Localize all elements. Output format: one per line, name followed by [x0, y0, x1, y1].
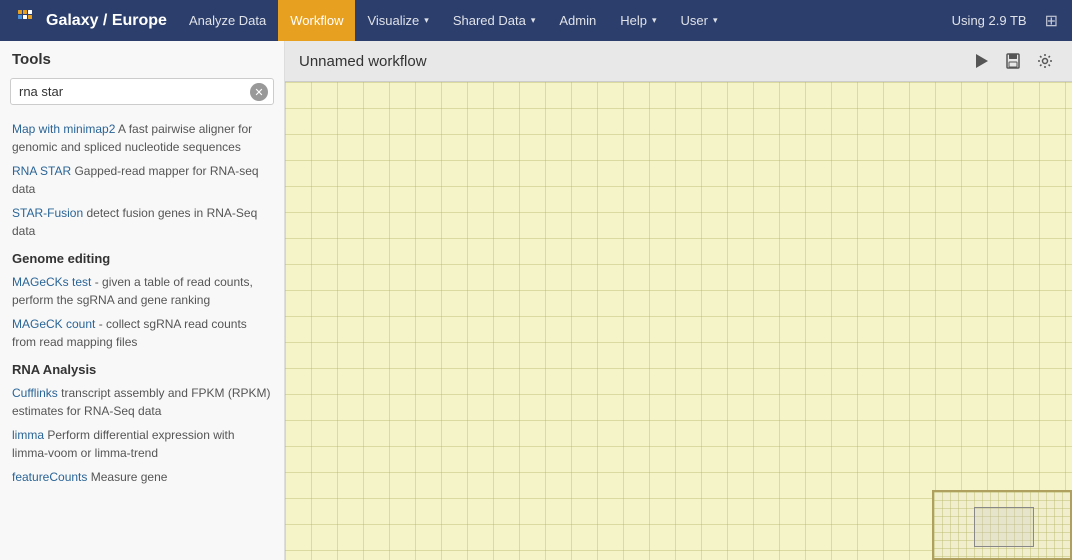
workflow-actions — [968, 50, 1058, 72]
brand-text: Galaxy / Europe — [46, 12, 167, 30]
list-item: featureCounts Measure gene — [0, 465, 284, 489]
list-item: RNA STAR Gapped-read mapper for RNA-seq … — [0, 159, 284, 201]
gear-icon — [1037, 53, 1053, 69]
tool-link-magecks-test[interactable]: MAGeCKs test — [12, 275, 91, 289]
usage-text: Using 2.9 TB — [944, 13, 1035, 28]
tool-link-cufflinks[interactable]: Cufflinks — [12, 386, 58, 400]
list-item: Map with minimap2 A fast pairwise aligne… — [0, 117, 284, 159]
save-workflow-button[interactable] — [1000, 50, 1026, 72]
section-rna-analysis: RNA Analysis — [0, 354, 284, 381]
search-input[interactable] — [10, 78, 274, 105]
help-caret: ▾ — [652, 15, 657, 26]
tools-list: Map with minimap2 A fast pairwise aligne… — [0, 113, 284, 560]
tool-link-rna-star[interactable]: RNA STAR — [12, 164, 71, 178]
list-item: limma Perform differential expression wi… — [0, 423, 284, 465]
play-icon — [973, 53, 989, 69]
list-item: Cufflinks transcript assembly and FPKM (… — [0, 381, 284, 423]
nav-help[interactable]: Help ▾ — [608, 0, 668, 41]
tool-link-mageck-count[interactable]: MAGeCK count — [12, 317, 95, 331]
nav-analyze-data[interactable]: Analyze Data — [177, 0, 278, 41]
brand[interactable]: Galaxy / Europe — [8, 10, 177, 32]
nav-items: Analyze Data Workflow Visualize ▾ Shared… — [177, 0, 944, 41]
search-box: ✕ — [0, 74, 284, 113]
workflow-settings-button[interactable] — [1032, 50, 1058, 72]
shared-data-caret: ▾ — [531, 15, 536, 26]
workflow-canvas[interactable] — [285, 82, 1072, 560]
nav-workflow[interactable]: Workflow — [278, 0, 355, 41]
tool-link-minimap2[interactable]: Map with minimap2 — [12, 122, 115, 136]
nav-admin[interactable]: Admin — [547, 0, 608, 41]
list-item: MAGeCK count - collect sgRNA read counts… — [0, 312, 284, 354]
navbar: Galaxy / Europe Analyze Data Workflow Vi… — [0, 0, 1072, 41]
workflow-area: Unnamed workflow — [285, 41, 1072, 560]
nav-visualize[interactable]: Visualize ▾ — [355, 0, 440, 41]
tool-link-star-fusion[interactable]: STAR-Fusion — [12, 206, 83, 220]
main-layout: Tools ✕ Map with minimap2 A fast pairwis… — [0, 41, 1072, 560]
workflow-title: Unnamed workflow — [299, 53, 968, 70]
tool-link-limma[interactable]: limma — [12, 428, 44, 442]
workflow-header: Unnamed workflow — [285, 41, 1072, 82]
nav-user[interactable]: User ▾ — [668, 0, 729, 41]
sidebar-title: Tools — [0, 41, 284, 74]
galaxy-logo — [18, 10, 40, 32]
save-icon — [1005, 53, 1021, 69]
list-item: MAGeCKs test - given a table of read cou… — [0, 270, 284, 312]
grid-icon[interactable]: ⊞ — [1039, 11, 1064, 31]
search-clear-button[interactable]: ✕ — [250, 83, 268, 101]
section-genome-editing: Genome editing — [0, 243, 284, 270]
minimap-viewport — [974, 507, 1034, 547]
list-item: STAR-Fusion detect fusion genes in RNA-S… — [0, 201, 284, 243]
run-workflow-button[interactable] — [968, 50, 994, 72]
navbar-right: Using 2.9 TB ⊞ — [944, 11, 1064, 31]
tool-link-featurecounts[interactable]: featureCounts — [12, 470, 87, 484]
user-caret: ▾ — [713, 15, 718, 26]
visualize-caret: ▾ — [424, 15, 429, 26]
minimap[interactable] — [932, 490, 1072, 560]
nav-shared-data[interactable]: Shared Data ▾ — [441, 0, 548, 41]
sidebar: Tools ✕ Map with minimap2 A fast pairwis… — [0, 41, 285, 560]
